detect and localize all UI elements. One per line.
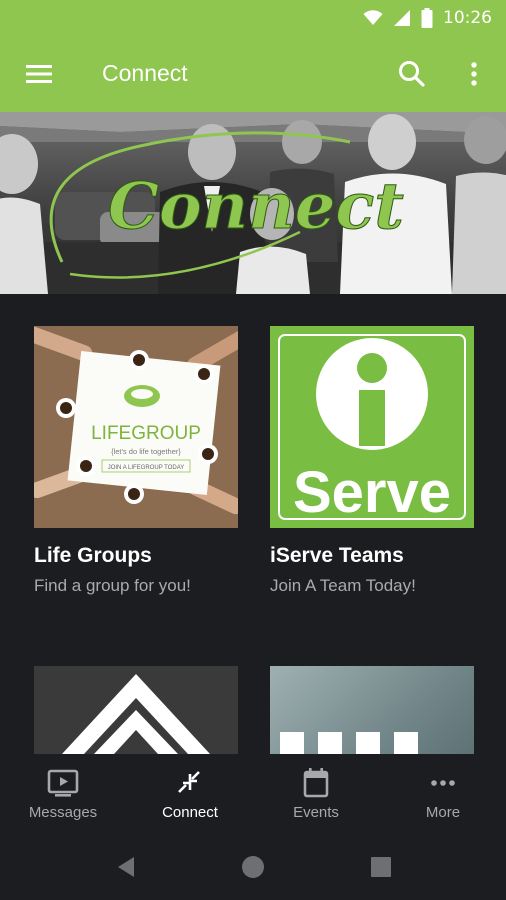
calendar-icon — [303, 768, 329, 798]
more-vert-icon — [471, 62, 477, 86]
app-bar: Connect — [0, 36, 506, 112]
nav-more[interactable]: More — [380, 754, 506, 832]
status-bar: 10:26 — [0, 0, 506, 36]
card-subtitle: Find a group for you! — [34, 576, 191, 595]
content-grid: LIFEGROUP {let's do life together} JOIN … — [0, 294, 506, 754]
card-title: Life Groups — [34, 544, 152, 567]
nav-connect[interactable]: Connect — [127, 754, 253, 832]
card-third[interactable] — [34, 666, 238, 754]
overflow-menu-button[interactable] — [462, 58, 486, 90]
page-title: Connect — [102, 60, 188, 86]
wifi-icon — [363, 10, 383, 25]
iserve-logo-text: Serve — [293, 460, 451, 525]
nav-label: More — [425, 804, 461, 821]
system-back-button[interactable] — [112, 852, 142, 882]
more-horiz-icon — [431, 780, 455, 786]
nav-messages[interactable]: Messages — [0, 754, 126, 832]
card-image-third — [34, 666, 238, 754]
hero-script-text: Connect — [108, 169, 404, 244]
collapse-arrows-icon — [178, 771, 200, 793]
lifegroup-cta-text: JOIN A LIFEGROUP TODAY — [108, 465, 185, 471]
hero-banner: Connect — [0, 112, 506, 294]
nav-label: Connect — [162, 804, 218, 821]
recents-icon — [371, 857, 391, 877]
battery-icon — [421, 8, 433, 28]
nav-label: Events — [293, 804, 339, 821]
search-button[interactable] — [396, 58, 428, 90]
card-fourth[interactable] — [270, 666, 474, 754]
system-home-button[interactable] — [238, 852, 268, 882]
cell-signal-icon — [394, 10, 410, 26]
nav-events[interactable]: Events — [253, 754, 379, 832]
bottom-navigation: Messages Connect Events More — [0, 754, 506, 832]
home-icon — [242, 856, 264, 878]
card-subtitle: Join A Team Today! — [270, 576, 416, 595]
video-play-icon — [47, 769, 79, 797]
nav-label: Messages — [28, 804, 98, 821]
card-life-groups[interactable]: LIFEGROUP {let's do life together} JOIN … — [34, 326, 238, 596]
hamburger-menu-icon — [26, 65, 52, 83]
card-iserve-teams[interactable]: Serve iServe Teams Join A Team Today! — [270, 326, 474, 596]
system-navigation-bar — [0, 832, 506, 900]
card-image-iserve: Serve — [270, 326, 474, 528]
status-time: 10:26 — [443, 8, 492, 28]
menu-button[interactable] — [22, 58, 56, 90]
system-recents-button[interactable] — [366, 852, 396, 882]
card-image-life-groups: LIFEGROUP {let's do life together} JOIN … — [34, 326, 238, 528]
back-icon — [118, 857, 134, 877]
search-icon — [399, 61, 425, 87]
hero-photo: Connect — [0, 112, 506, 294]
lifegroup-tagline: {let's do life together} — [111, 447, 181, 456]
card-image-fourth — [270, 666, 474, 754]
card-title: iServe Teams — [270, 544, 404, 567]
lifegroup-logo-text: LIFEGROUP — [91, 423, 201, 444]
